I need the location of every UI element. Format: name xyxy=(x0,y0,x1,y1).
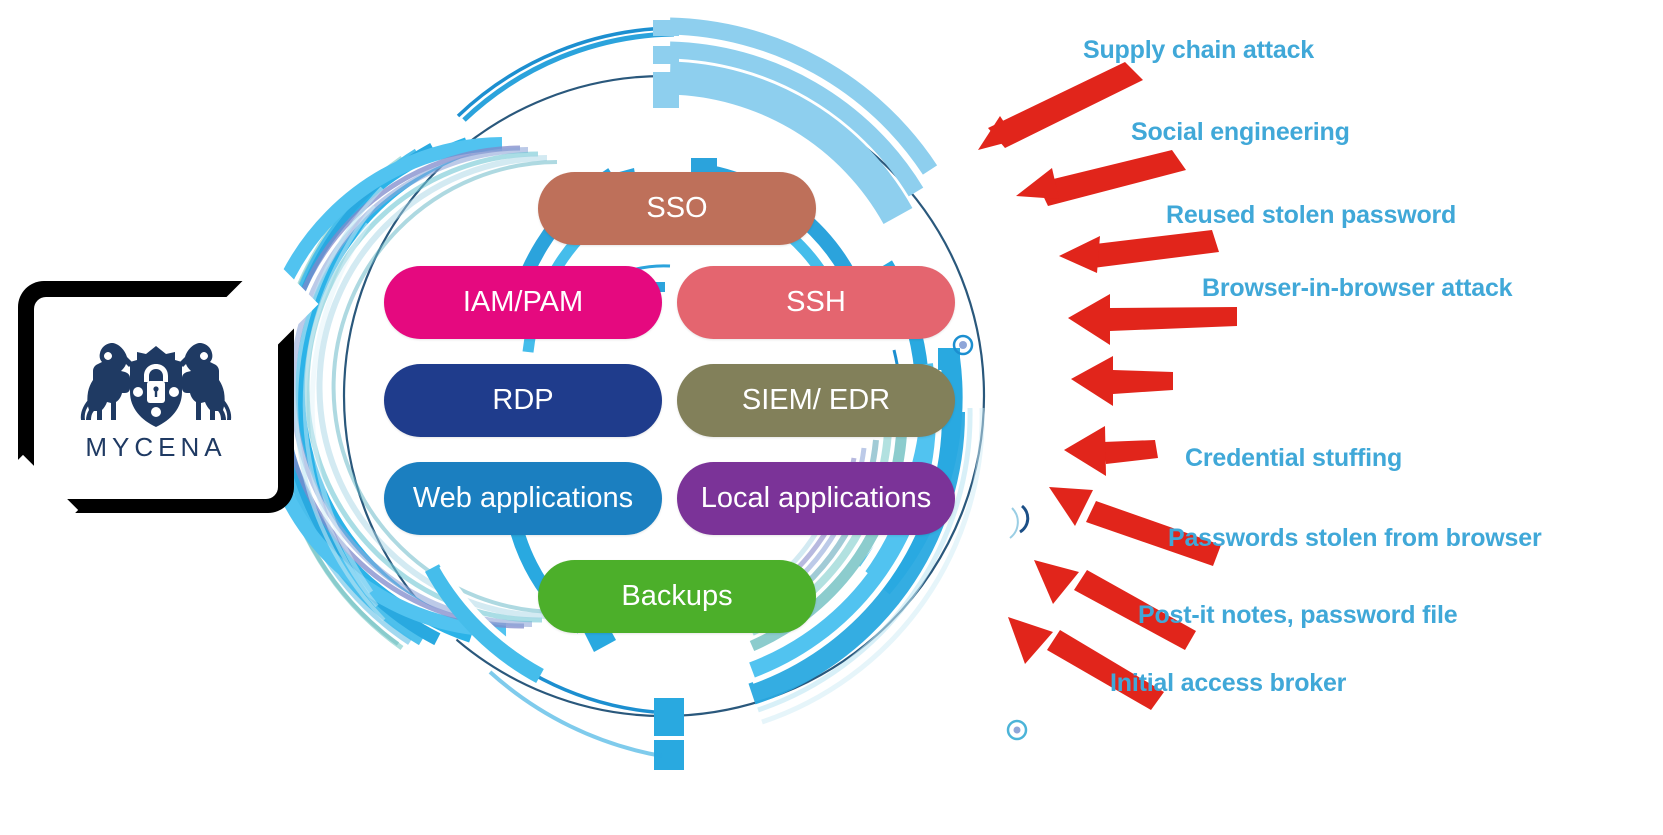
pill-web-applications[interactable]: Web applications xyxy=(384,462,662,535)
pill-local-applications[interactable]: Local applications xyxy=(677,462,955,535)
mycena-logo-card: MYCENA xyxy=(0,254,319,566)
label-passwords-stolen-from-browser: Passwords stolen from browser xyxy=(1168,524,1542,552)
label-credential-stuffing: Credential stuffing xyxy=(1185,444,1403,472)
pill-iam-pam[interactable]: IAM/PAM xyxy=(384,266,662,339)
diagram-canvas: SSO IAM/PAM SSH RDP SIEM/ EDR Web applic… xyxy=(0,0,1663,835)
pill-backups[interactable]: Backups xyxy=(538,560,816,633)
label-social-engineering: Social engineering xyxy=(1131,118,1350,146)
label-supply-chain-attack: Supply chain attack xyxy=(1083,36,1314,64)
logo-screen: MYCENA xyxy=(34,297,278,499)
mycena-wordmark: MYCENA xyxy=(85,431,227,462)
arrow-reused-stolen-password xyxy=(1059,230,1219,273)
arrow-credential-stuffing xyxy=(1064,426,1158,476)
lion-shield-lock-crest-icon xyxy=(67,334,245,430)
pill-rdp[interactable]: RDP xyxy=(384,364,662,437)
pill-sso[interactable]: SSO xyxy=(538,172,816,245)
label-browser-in-browser-attack: Browser-in-browser attack xyxy=(1202,274,1513,302)
label-reused-stolen-password: Reused stolen password xyxy=(1166,201,1457,229)
pill-ssh[interactable]: SSH xyxy=(677,266,955,339)
pill-siem-edr[interactable]: SIEM/ EDR xyxy=(677,364,955,437)
label-post-it-notes-password-file: Post-it notes, password file xyxy=(1138,601,1458,629)
label-initial-access-broker: Initial access broker xyxy=(1110,669,1347,697)
arrow-unlabeled xyxy=(1071,356,1173,406)
